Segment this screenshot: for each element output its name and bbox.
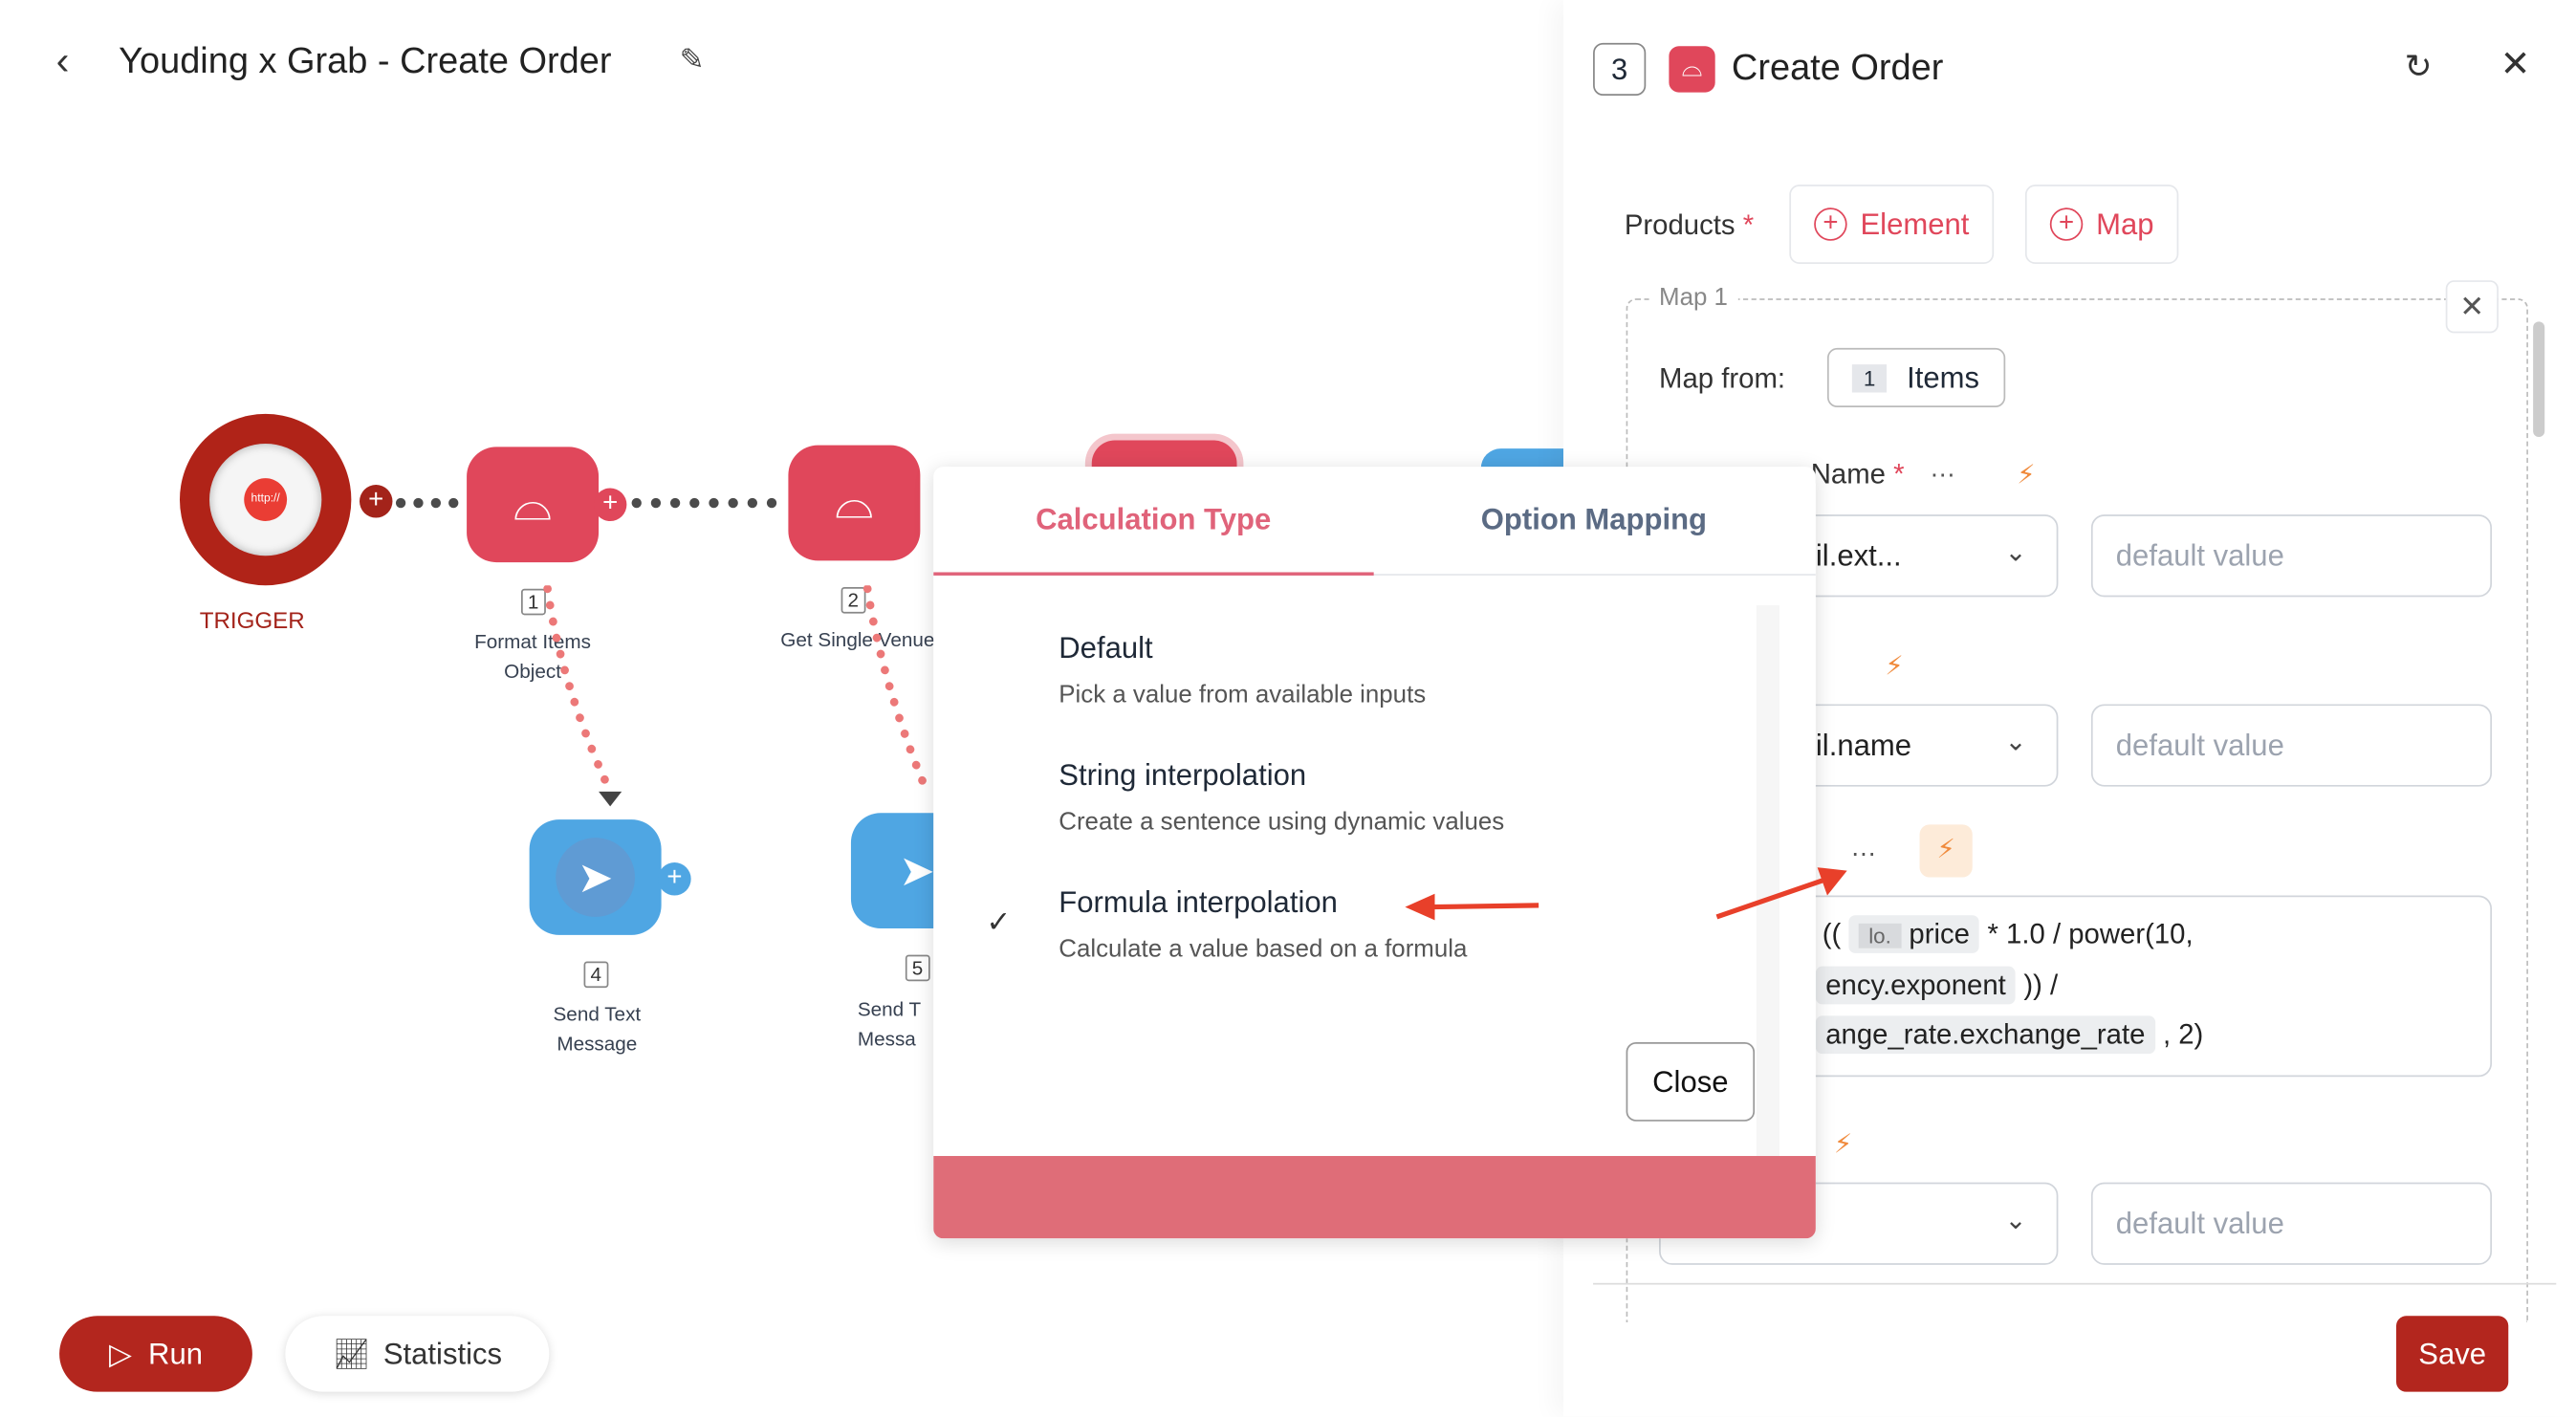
node-4[interactable]: ➤ — [529, 819, 662, 935]
remove-map-button[interactable]: ✕ — [2445, 280, 2499, 334]
calculation-type-popup: Calculation Type Option Mapping Default … — [933, 467, 1816, 1239]
close-button[interactable]: Close — [1626, 1042, 1756, 1122]
chevron-down-icon: ⌄ — [2004, 1207, 2027, 1235]
connection-line — [395, 497, 459, 509]
more-options-button[interactable]: … — [1850, 835, 1877, 864]
plus-circle-icon: + — [2049, 207, 2084, 241]
add-node-button[interactable]: + — [359, 485, 393, 518]
map-title: Map 1 — [1648, 283, 1738, 312]
map-from-label: Map from: — [1659, 362, 1786, 395]
node-number: 5 — [905, 954, 930, 982]
node-number: 4 — [583, 961, 608, 989]
back-button[interactable]: ‹ — [56, 39, 70, 85]
default-value-input[interactable]: default value — [2090, 514, 2493, 598]
close-icon: ✕ — [2500, 42, 2531, 84]
add-element-button[interactable]: + Element — [1789, 185, 1995, 264]
check-icon: ✓ — [986, 905, 1012, 939]
node-2[interactable]: ⌓ — [788, 445, 921, 561]
bell-icon: ⌓ — [834, 474, 874, 530]
scrollbar[interactable] — [2533, 321, 2545, 438]
field-label: Name * — [1810, 458, 1905, 490]
node-1[interactable]: ⌓ — [467, 447, 600, 563]
default-value-input[interactable]: default value — [2090, 1182, 2493, 1265]
refresh-icon: ↻ — [2404, 49, 2433, 86]
save-button[interactable]: Save — [2395, 1316, 2509, 1392]
bolt-icon: ⚡︎ — [1936, 836, 1955, 864]
node-label: Send Text Message — [553, 1002, 642, 1056]
products-label: Products * — [1624, 209, 1755, 241]
chevron-down-icon: ⌄ — [2004, 538, 2027, 568]
bell-icon: ⌓ — [1669, 46, 1715, 93]
close-icon: ✕ — [2459, 290, 2485, 324]
tab-calculation-type[interactable]: Calculation Type — [1036, 503, 1271, 537]
bolt-icon[interactable]: ⚡︎ — [2017, 458, 2035, 490]
scrollbar[interactable] — [1756, 604, 1779, 1239]
close-panel-button[interactable]: ✕ — [2500, 43, 2531, 86]
add-map-button[interactable]: + Map — [2024, 185, 2179, 264]
default-value-input[interactable]: default value — [2090, 704, 2493, 787]
bolt-icon[interactable]: ⚡︎ — [1834, 1128, 1852, 1161]
bell-icon: ⌓ — [513, 476, 553, 532]
plus-circle-icon: + — [1814, 207, 1847, 241]
popup-footer-bar — [933, 1156, 1816, 1239]
connection-lines — [543, 585, 931, 807]
refresh-button[interactable]: ↻ — [2405, 46, 2433, 87]
trigger-node[interactable]: http:// — [179, 413, 352, 586]
divider — [1593, 1282, 2557, 1285]
add-node-button[interactable]: + — [658, 862, 691, 896]
map-from-select[interactable]: 1 Items — [1826, 347, 2006, 408]
run-button[interactable]: ▷ Run — [59, 1316, 252, 1392]
trigger-label: TRIGGER — [199, 606, 305, 634]
pencil-icon: ✎ — [679, 42, 705, 76]
panel-title: Create Order — [1731, 46, 1944, 88]
active-tab-indicator — [933, 572, 1374, 576]
telegram-icon: ➤ — [556, 838, 636, 917]
telegram-icon: ➤ — [899, 844, 935, 895]
add-node-button[interactable]: + — [593, 488, 627, 522]
chevron-down-icon: ⌄ — [2004, 729, 2027, 757]
step-number: 3 — [1593, 42, 1647, 97]
play-icon: ▷ — [108, 1336, 132, 1370]
more-options-button[interactable]: … — [1930, 455, 1956, 485]
chart-line-icon: 📈︎ — [332, 1336, 371, 1370]
connection-line — [631, 497, 777, 509]
tab-option-mapping[interactable]: Option Mapping — [1481, 503, 1707, 537]
http-icon: http:// — [244, 478, 288, 522]
bolt-toggle-active[interactable]: ⚡︎ — [1919, 824, 1973, 878]
edit-title-button[interactable]: ✎ — [680, 43, 705, 77]
bolt-icon[interactable]: ⚡︎ — [1885, 650, 1903, 683]
page-title: Youding x Grab - Create Order — [119, 39, 612, 81]
statistics-button[interactable]: 📈︎ Statistics — [285, 1316, 550, 1392]
